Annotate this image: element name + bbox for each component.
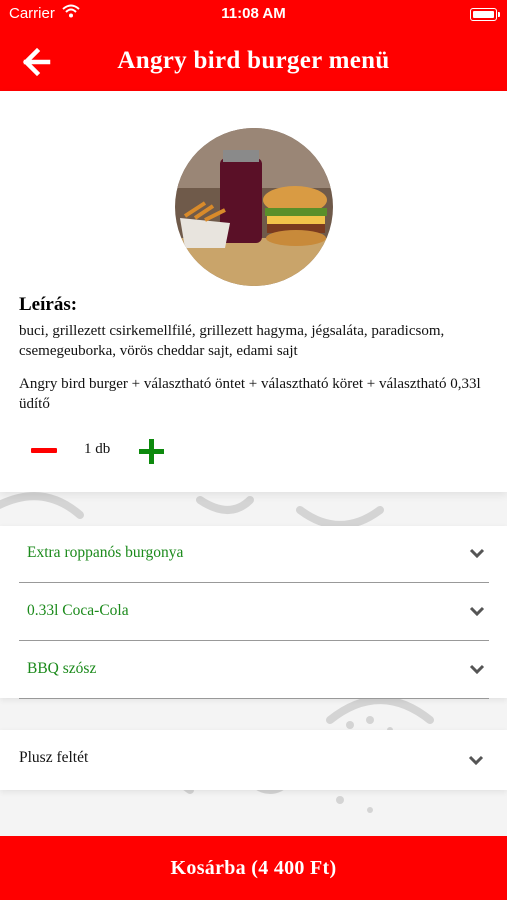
option-label: BBQ szósz — [27, 660, 97, 677]
option-sauce-select[interactable]: BBQ szósz — [19, 642, 489, 699]
extra-toppings-select[interactable]: Plusz feltét — [0, 730, 507, 790]
quantity-decrease-button[interactable] — [31, 439, 57, 461]
battery-icon — [470, 8, 500, 21]
option-label: Extra roppanós burgonya — [27, 544, 184, 561]
quantity-increase-button[interactable] — [139, 439, 164, 464]
extra-toppings-label: Plusz feltét — [19, 749, 89, 766]
option-drink-select[interactable]: 0.33l Coca-Cola — [19, 584, 489, 641]
page-title: Angry bird burger menü — [117, 47, 390, 74]
product-card: Leírás: buci, grillezett csirkemellfilé,… — [0, 91, 507, 492]
quantity-value: 1 db — [84, 441, 111, 457]
status-bar: Carrier 11:08 AM — [0, 0, 507, 28]
chevron-down-icon — [469, 664, 485, 674]
chevron-down-icon — [468, 755, 484, 765]
nav-bar: Angry bird burger menü — [0, 32, 507, 91]
add-to-cart-button[interactable]: Kosárba (4 400 Ft) — [0, 836, 507, 900]
product-photo — [175, 128, 333, 286]
top-bar: Carrier 11:08 AM Angry bird burger menü — [0, 0, 507, 91]
description-text: buci, grillezett csirkemellfilé, grillez… — [19, 323, 445, 359]
menu-contents-text: Angry bird burger + választható öntet + … — [19, 376, 481, 412]
chevron-down-icon — [469, 606, 485, 616]
option-label: 0.33l Coca-Cola — [27, 602, 129, 619]
options-card: Extra roppanós burgonya 0.33l Coca-Cola … — [0, 526, 507, 699]
option-side-dish-select[interactable]: Extra roppanós burgonya — [19, 526, 489, 583]
chevron-down-icon — [469, 548, 485, 558]
description-title: Leírás: — [19, 294, 78, 315]
status-time: 11:08 AM — [221, 5, 286, 22]
